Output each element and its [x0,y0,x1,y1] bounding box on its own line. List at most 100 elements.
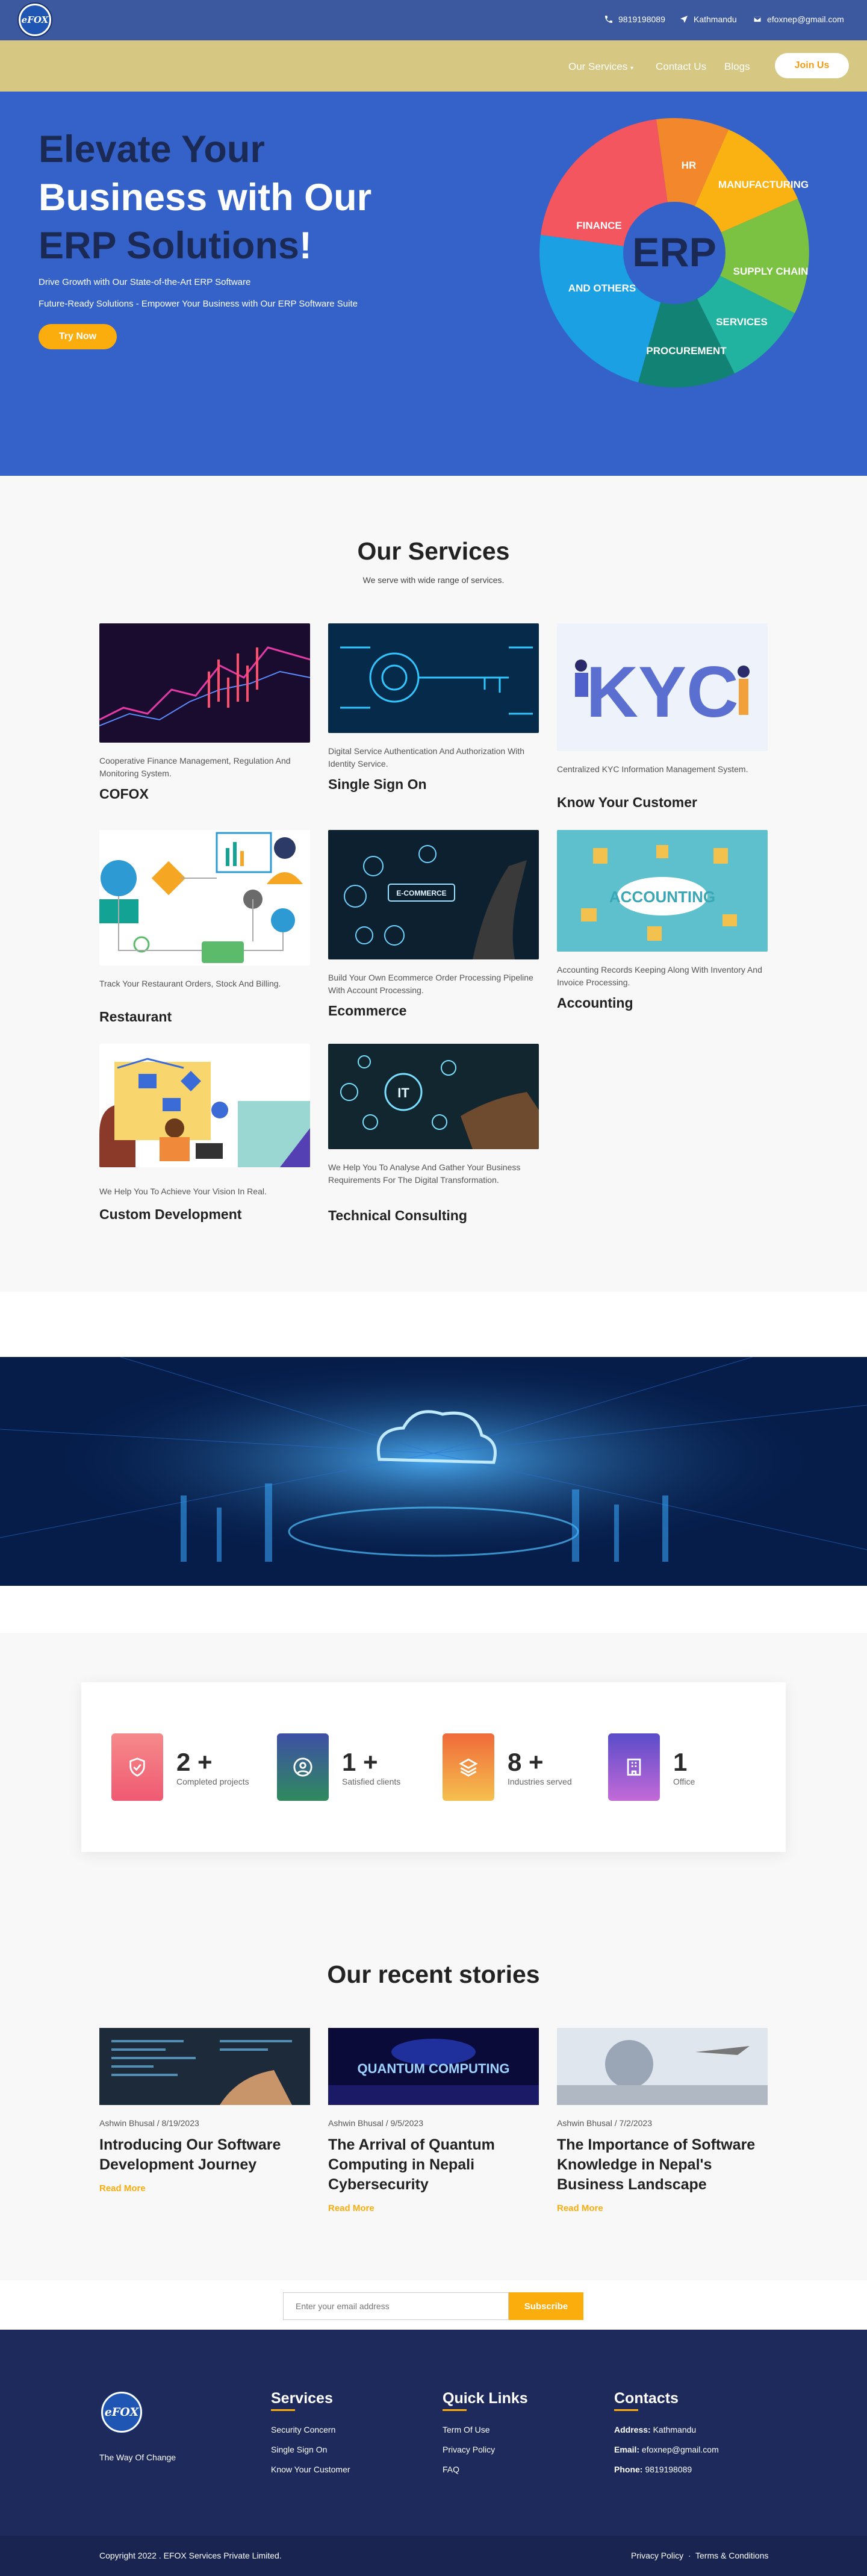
story-title[interactable]: The Arrival of Quantum Computing in Nepa… [328,2135,539,2195]
kyc-image: KYC [557,623,768,751]
hero-section: Elevate Your Business with Our ERP Solut… [0,92,867,476]
footer-links-heading: Quick Links [443,2390,528,2407]
logo-text: eFOX [21,14,49,25]
footer-link-terms[interactable]: Term Of Use [443,2425,490,2434]
copyright-text: Copyright 2022 . EFOX Services Private L… [99,2551,282,2560]
nav-contact[interactable]: Contact Us [656,61,706,73]
stat-number: 8 + [508,1748,544,1776]
story-image-coding [99,2028,310,2105]
read-more-link[interactable]: Read More [557,2203,603,2213]
service-desc: Digital Service Authentication And Autho… [328,746,525,769]
nav-services[interactable]: Our Services ▾ [568,61,633,73]
service-card-kyc[interactable]: KYC Centralized KYC Information Manageme… [557,623,768,810]
hero-title-mark: ! [299,225,312,267]
service-title: Accounting [557,995,633,1011]
phone-text: 9819198089 [618,14,665,24]
footer-terms-link[interactable]: Terms & Conditions [695,2551,768,2560]
service-card-ecommerce[interactable]: E-COMMERCE Build Your Own Ecommerce Orde… [328,830,539,1018]
service-card-sso[interactable]: Digital Service Authentication And Autho… [328,623,539,792]
service-card-accounting[interactable]: ACCOUNTING Accounting Records Keeping Al… [557,830,768,1011]
service-desc: We Help You To Achieve Your Vision In Re… [99,1187,267,1196]
footer-link-privacy[interactable]: Privacy Policy [443,2445,495,2454]
svg-text:KYC: KYC [586,652,738,732]
story-meta: Ashwin Bhusal / 8/19/2023 [99,2118,199,2128]
service-title: Technical Consulting [328,1208,467,1223]
footer-link-kyc[interactable]: Know Your Customer [271,2465,350,2474]
services-subtitle: We serve with wide range of services. [362,575,505,585]
subscribe-email-input[interactable] [283,2292,509,2320]
footer-logo[interactable]: eFOX [101,2392,142,2433]
logo-text: eFOX [104,2406,139,2419]
read-more-link[interactable]: Read More [99,2183,146,2194]
footer-link-sso[interactable]: Single Sign On [271,2445,327,2454]
services-section: Our Services We serve with wide range of… [0,476,867,1292]
join-button[interactable]: Join Us [775,53,849,78]
email-value: efoxnep@gmail.com [641,2445,719,2454]
hero-title-line2: Business with Our [39,176,372,219]
wheel-label-services: SERVICES [716,316,768,328]
stat-label: Office [673,1777,695,1786]
stat-number: 1 + [342,1748,378,1776]
erp-wheel-graphic: ERP HR MANUFACTURING SUPPLY CHAIN SERVIC… [539,118,809,388]
footer-privacy-link[interactable]: Privacy Policy [631,2551,683,2560]
email-text: efoxnep@gmail.com [767,14,844,24]
story-card[interactable]: Ashwin Bhusal / 7/2/2023 The Importance … [557,2028,768,2213]
hero-title-line1: Elevate Your [39,128,265,170]
story-card[interactable]: QUANTUM COMPUTING Ashwin Bhusal / 9/5/20… [328,2028,539,2213]
location-arrow-icon [680,16,688,23]
stat-industries: 8 + Industries served [443,1733,572,1801]
read-more-link[interactable]: Read More [328,2203,374,2213]
footer-link-security[interactable]: Security Concern [271,2425,335,2434]
stat-projects: 2 + Completed projects [111,1733,249,1801]
wheel-center-text: ERP [632,229,716,275]
topbar-email[interactable]: efoxnep@gmail.com [753,14,844,24]
ecommerce-image: E-COMMERCE [328,830,539,959]
service-title: Know Your Customer [557,794,697,810]
footer-link-faq[interactable]: FAQ [443,2465,459,2474]
service-desc: Track Your Restaurant Orders, Stock And … [99,979,281,988]
service-desc: Cooperative Finance Management, Regulati… [99,756,291,778]
email-label: Email: [614,2445,640,2454]
stat-label: Industries served [508,1777,572,1786]
stat-office: 1 Office [608,1733,695,1801]
footer-email[interactable]: Email: efoxnep@gmail.com [614,2445,719,2454]
heading-underline [443,2409,467,2411]
brand-logo[interactable]: eFOX [19,4,51,36]
topbar-phone[interactable]: 9819198089 [604,14,665,24]
shield-icon [111,1733,163,1801]
hero-subtitle-2: Future-Ready Solutions - Empower Your Bu… [39,299,358,309]
footer-phone[interactable]: Phone: 9819198089 [614,2465,692,2474]
custom-dev-image [99,1044,310,1167]
services-title: Our Services [357,537,510,565]
story-image-quantum: QUANTUM COMPUTING [328,2028,539,2105]
consulting-image: IT [328,1044,539,1149]
hero-title-line3: ERP Solutions! [39,222,312,270]
wheel-label-supply: SUPPLY CHAIN [733,266,809,277]
story-card[interactable]: Ashwin Bhusal / 8/19/2023 Introducing Ou… [99,2028,310,2194]
main-nav: Our Services ▾ Contact Us Blogs [0,40,867,92]
nav-blogs[interactable]: Blogs [724,61,750,73]
try-now-button[interactable]: Try Now [39,324,117,349]
service-desc: Build Your Own Ecommerce Order Processin… [328,973,533,995]
svg-text:QUANTUM COMPUTING: QUANTUM COMPUTING [358,2061,510,2076]
heading-underline [614,2409,638,2411]
subscribe-button[interactable]: Subscribe [509,2292,583,2320]
stats-panel: 2 + Completed projects 1 + Satisfied clien… [81,1682,786,1852]
phone-value: 9819198089 [645,2465,692,2474]
cloud-network-image [0,1357,867,1586]
phone-icon [605,16,612,23]
location-text: Kathmandu [694,14,737,24]
service-card-cofox[interactable]: Cooperative Finance Management, Regulati… [99,623,311,802]
service-desc: Accounting Records Keeping Along With In… [557,965,762,987]
story-title[interactable]: The Importance of Software Knowledge in … [557,2135,768,2195]
service-card-consulting[interactable]: IT We Help You To Analyse And Gather You… [328,1044,539,1223]
service-card-restaurant[interactable]: Track Your Restaurant Orders, Stock And … [99,830,310,1024]
service-card-custom-dev[interactable]: We Help You To Achieve Your Vision In Re… [99,1044,310,1222]
topbar-location[interactable]: Kathmandu [679,14,737,24]
story-title[interactable]: Introducing Our Software Development Jou… [99,2135,310,2175]
wheel-label-finance: FINANCE [576,220,622,231]
story-meta: Ashwin Bhusal / 9/5/2023 [328,2118,423,2128]
stat-number: 2 + [176,1748,213,1776]
stat-label: Completed projects [176,1777,249,1786]
service-desc: Centralized KYC Information Management S… [557,764,748,774]
